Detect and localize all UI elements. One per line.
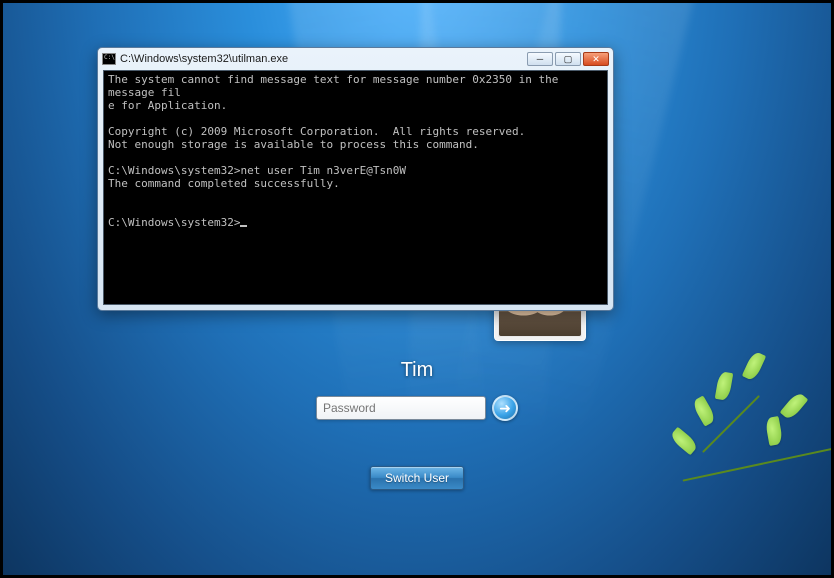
- terminal-line: Not enough storage is available to proce…: [108, 138, 479, 151]
- submit-login-button[interactable]: ➜: [492, 395, 518, 421]
- username-label: Tim: [3, 359, 831, 382]
- cursor-icon: [240, 225, 247, 227]
- maximize-button[interactable]: ▢: [555, 52, 581, 66]
- leaf-decoration: [669, 427, 699, 456]
- arrow-right-icon: ➜: [499, 400, 511, 417]
- password-row: ➜: [3, 395, 831, 421]
- terminal-line: Copyright (c) 2009 Microsoft Corporation…: [108, 125, 525, 138]
- terminal-output[interactable]: The system cannot find message text for …: [103, 70, 608, 305]
- terminal-line: e for Application.: [108, 99, 227, 112]
- close-icon: ✕: [592, 54, 600, 65]
- close-button[interactable]: ✕: [583, 52, 609, 66]
- branch-decoration: [683, 446, 831, 481]
- minimize-button[interactable]: ─: [527, 52, 553, 66]
- terminal-prompt: C:\Windows\system32>: [108, 216, 240, 229]
- terminal-line: The system cannot find message text for …: [108, 73, 565, 99]
- window-titlebar[interactable]: C:\Windows\system32\utilman.exe ─ ▢ ✕: [98, 48, 613, 70]
- cmd-icon: [102, 53, 116, 65]
- command-prompt-window[interactable]: C:\Windows\system32\utilman.exe ─ ▢ ✕ Th…: [97, 47, 614, 311]
- password-input[interactable]: [316, 396, 486, 420]
- terminal-line: The command completed successfully.: [108, 177, 340, 190]
- terminal-line: C:\Windows\system32>net user Tim n3verE@…: [108, 164, 406, 177]
- login-screen: Tim ➜ Switch User C:\Windows\system32\ut…: [3, 3, 831, 575]
- maximize-icon: ▢: [564, 54, 573, 65]
- switch-user-button[interactable]: Switch User: [370, 466, 464, 490]
- minimize-icon: ─: [537, 54, 543, 64]
- window-title: C:\Windows\system32\utilman.exe: [120, 53, 288, 65]
